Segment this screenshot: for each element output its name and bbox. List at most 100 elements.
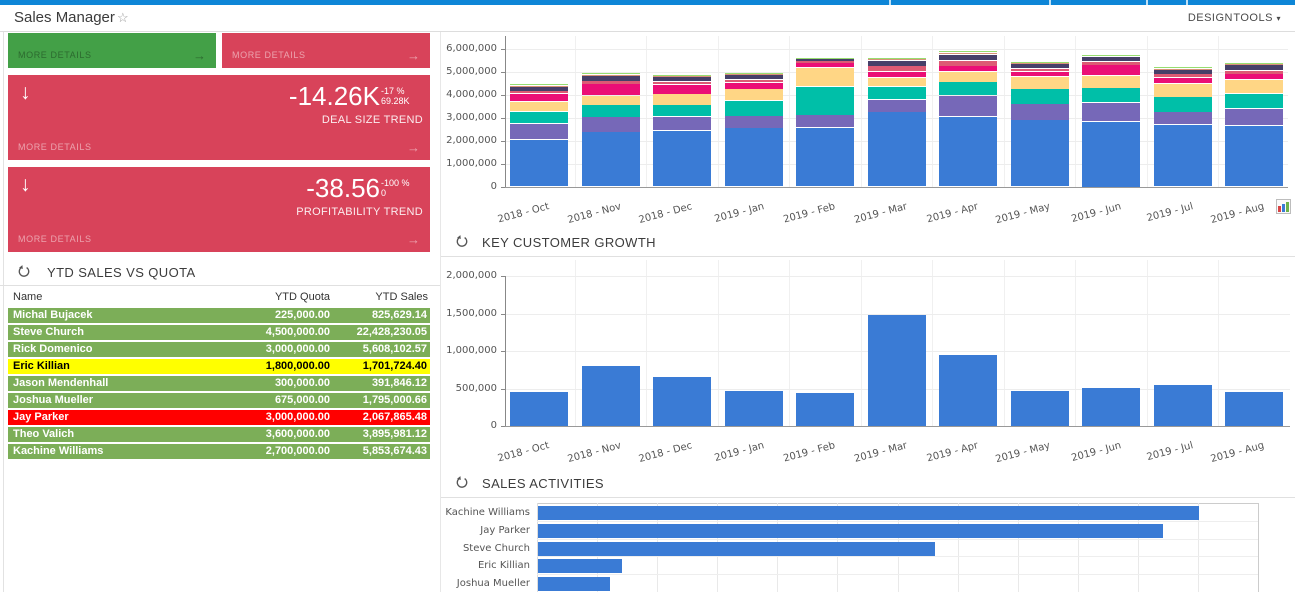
stacked-bar-segment[interactable] — [939, 66, 997, 71]
more-details-link[interactable]: MORE DETAILS — [18, 50, 92, 60]
column-header-sales[interactable]: YTD Sales — [328, 291, 428, 303]
stacked-bar-segment[interactable] — [1011, 69, 1069, 72]
bar[interactable] — [653, 377, 711, 427]
stacked-bar-segment[interactable] — [725, 89, 783, 100]
stacked-bar-segment[interactable] — [1082, 57, 1140, 62]
stacked-bar-segment[interactable] — [1011, 63, 1069, 64]
stacked-bar-segment[interactable] — [1225, 63, 1283, 64]
stacked-bar-segment[interactable] — [653, 76, 711, 77]
stacked-bar-segment[interactable] — [1154, 97, 1212, 111]
more-details-link[interactable]: MORE DETAILS — [18, 234, 92, 244]
stacked-bar-segment[interactable] — [796, 58, 854, 60]
stacked-bar-segment[interactable] — [1225, 126, 1283, 186]
stacked-bar-segment[interactable] — [510, 124, 568, 140]
stacked-bar-segment[interactable] — [582, 117, 640, 131]
stacked-bar-segment[interactable] — [1154, 84, 1212, 97]
stacked-bar-segment[interactable] — [1225, 109, 1283, 126]
stacked-bar-segment[interactable] — [582, 73, 640, 74]
stacked-bar-segment[interactable] — [939, 53, 997, 54]
stacked-bar-segment[interactable] — [1082, 88, 1140, 102]
refresh-icon[interactable] — [17, 265, 31, 279]
stacked-bar-segment[interactable] — [796, 128, 854, 187]
stacked-bar-segment[interactable] — [725, 116, 783, 128]
more-details-link[interactable]: MORE DETAILS — [232, 50, 306, 60]
table-row[interactable]: Michal Bujacek225,000.00825,629.14 — [8, 308, 430, 323]
table-row[interactable]: Eric Killian1,800,000.001,701,724.40 — [8, 359, 430, 374]
bar[interactable] — [1082, 388, 1140, 426]
stacked-bar-segment[interactable] — [868, 87, 926, 99]
stacked-bar-segment[interactable] — [796, 68, 854, 86]
stacked-bar-segment[interactable] — [510, 91, 568, 93]
stacked-bar-segment[interactable] — [1082, 122, 1140, 187]
stacked-bar-segment[interactable] — [796, 58, 854, 59]
stacked-bar-segment[interactable] — [725, 80, 783, 83]
more-details-link[interactable]: MORE DETAILS — [18, 142, 92, 152]
stacked-bar-segment[interactable] — [868, 112, 926, 186]
stacked-bar-segment[interactable] — [1225, 64, 1283, 65]
stacked-bar-segment[interactable] — [1082, 62, 1140, 65]
stacked-bar-segment[interactable] — [725, 101, 783, 116]
table-row[interactable]: Rick Domenico3,000,000.005,608,102.57 — [8, 342, 430, 357]
stacked-bar-segment[interactable] — [510, 87, 568, 91]
stacked-bar-segment[interactable] — [510, 102, 568, 111]
column-header-quota[interactable]: YTD Quota — [230, 291, 330, 303]
stacked-bar-segment[interactable] — [1225, 65, 1283, 70]
stacked-bar-segment[interactable] — [1225, 74, 1283, 79]
bar[interactable] — [1011, 391, 1069, 426]
stacked-bar-segment[interactable] — [1154, 67, 1212, 68]
bar[interactable] — [538, 542, 935, 556]
stacked-bar-segment[interactable] — [1011, 64, 1069, 69]
stacked-bar-segment[interactable] — [725, 73, 783, 74]
stacked-bar-segment[interactable] — [939, 82, 997, 95]
table-row[interactable]: Steve Church4,500,000.0022,428,230.05 — [8, 325, 430, 340]
bar[interactable] — [1154, 385, 1212, 426]
chart-type-icon[interactable] — [1276, 199, 1291, 214]
design-button[interactable]: DESIGN — [1188, 12, 1233, 24]
stacked-bar-segment[interactable] — [725, 83, 783, 89]
stacked-bar-segment[interactable] — [653, 131, 711, 186]
kpi-tile-red[interactable]: MORE DETAILS → — [222, 33, 430, 68]
stacked-bar-segment[interactable] — [939, 51, 997, 52]
stacked-bar-segment[interactable] — [939, 55, 997, 60]
stacked-bar-segment[interactable] — [582, 81, 640, 83]
stacked-bar-segment[interactable] — [1154, 78, 1212, 83]
table-row[interactable]: Theo Valich3,600,000.003,895,981.12 — [8, 427, 430, 442]
bar[interactable] — [796, 393, 854, 426]
kpi-tile-green[interactable]: MORE DETAILS → — [8, 33, 216, 68]
bar[interactable] — [538, 506, 1199, 520]
table-row[interactable]: Joshua Mueller675,000.001,795,000.66 — [8, 393, 430, 408]
stacked-bar-segment[interactable] — [1082, 55, 1140, 56]
stacked-bar-segment[interactable] — [1154, 74, 1212, 77]
stacked-bar-segment[interactable] — [1225, 80, 1283, 93]
stacked-bar-segment[interactable] — [582, 96, 640, 105]
stacked-bar-segment[interactable] — [1082, 55, 1140, 56]
stacked-bar-segment[interactable] — [725, 128, 783, 186]
stacked-bar-segment[interactable] — [868, 66, 926, 71]
stacked-bar-segment[interactable] — [939, 96, 997, 116]
stacked-bar-segment[interactable] — [653, 75, 711, 76]
stacked-bar-segment[interactable] — [725, 75, 783, 80]
stacked-bar-segment[interactable] — [653, 77, 711, 82]
stacked-bar-segment[interactable] — [653, 94, 711, 104]
bar[interactable] — [582, 366, 640, 426]
stacked-bar-segment[interactable] — [796, 115, 854, 127]
stacked-bar-segment[interactable] — [1011, 77, 1069, 89]
stacked-bar-segment[interactable] — [1154, 112, 1212, 124]
stacked-bar-segment[interactable] — [796, 61, 854, 62]
stacked-bar-segment[interactable] — [796, 87, 854, 115]
stacked-bar-segment[interactable] — [1154, 70, 1212, 74]
stacked-bar-segment[interactable] — [1011, 72, 1069, 76]
profitability-trend-tile[interactable]: ↓ -38.56 -100 %0 PROFITABILITY TREND MOR… — [8, 167, 430, 252]
bar[interactable] — [868, 315, 926, 426]
stacked-bar-segment[interactable] — [939, 72, 997, 82]
stacked-bar-segment[interactable] — [1011, 104, 1069, 120]
stacked-bar-segment[interactable] — [939, 117, 997, 187]
stacked-bar-segment[interactable] — [653, 117, 711, 131]
stacked-bar-segment[interactable] — [1011, 120, 1069, 186]
bar[interactable] — [538, 524, 1163, 538]
stacked-bar-segment[interactable] — [510, 94, 568, 102]
tools-button[interactable]: TOOLS ▾ — [1233, 12, 1281, 24]
stacked-bar-segment[interactable] — [510, 86, 568, 87]
bar[interactable] — [538, 559, 622, 573]
bar[interactable] — [510, 392, 568, 427]
